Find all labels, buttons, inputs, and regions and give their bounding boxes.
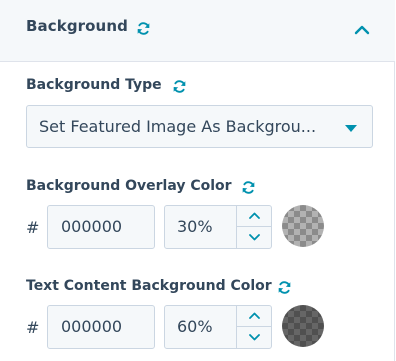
text-bg-opacity-value: 60%	[177, 317, 213, 336]
section-header[interactable]: Background	[0, 0, 395, 62]
sync-icon[interactable]	[172, 79, 187, 94]
overlay-opacity-input[interactable]: 30%	[164, 205, 272, 249]
background-type-label: Background Type	[26, 77, 162, 93]
increment-button[interactable]	[237, 306, 272, 327]
text-bg-hex-input[interactable]: 000000	[47, 305, 155, 349]
decrement-button[interactable]	[237, 227, 272, 248]
overlay-hex-input[interactable]: 000000	[47, 205, 155, 249]
overlay-opacity-value: 30%	[177, 217, 213, 236]
chevron-down-icon	[249, 334, 260, 341]
hash-prefix: #	[26, 318, 40, 337]
chevron-down-icon	[249, 234, 260, 241]
text-bg-color-label: Text Content Background Color	[26, 278, 272, 294]
chevron-up-icon[interactable]	[352, 20, 372, 40]
sync-icon[interactable]	[241, 180, 256, 195]
caret-down-icon	[345, 125, 357, 132]
text-bg-opacity-input[interactable]: 60%	[164, 305, 272, 349]
section-title: Background	[26, 17, 128, 35]
decrement-button[interactable]	[237, 327, 272, 348]
overlay-color-swatch[interactable]	[282, 205, 324, 247]
chevron-up-icon	[249, 212, 260, 219]
sync-icon[interactable]	[277, 280, 292, 295]
increment-button[interactable]	[237, 206, 272, 227]
background-settings-panel: Background Background Type Set Featured …	[0, 0, 395, 361]
background-type-value: Set Featured Image As Backgrou...	[39, 117, 317, 136]
swatch-fill	[282, 205, 324, 247]
opacity-stepper	[236, 206, 272, 248]
sync-icon[interactable]	[136, 21, 151, 36]
background-type-select[interactable]: Set Featured Image As Backgrou...	[26, 105, 373, 148]
text-bg-color-swatch[interactable]	[282, 305, 324, 347]
opacity-stepper	[236, 306, 272, 348]
hash-prefix: #	[26, 218, 40, 237]
swatch-fill	[282, 305, 324, 347]
overlay-color-label: Background Overlay Color	[26, 178, 232, 194]
chevron-up-icon	[249, 312, 260, 319]
